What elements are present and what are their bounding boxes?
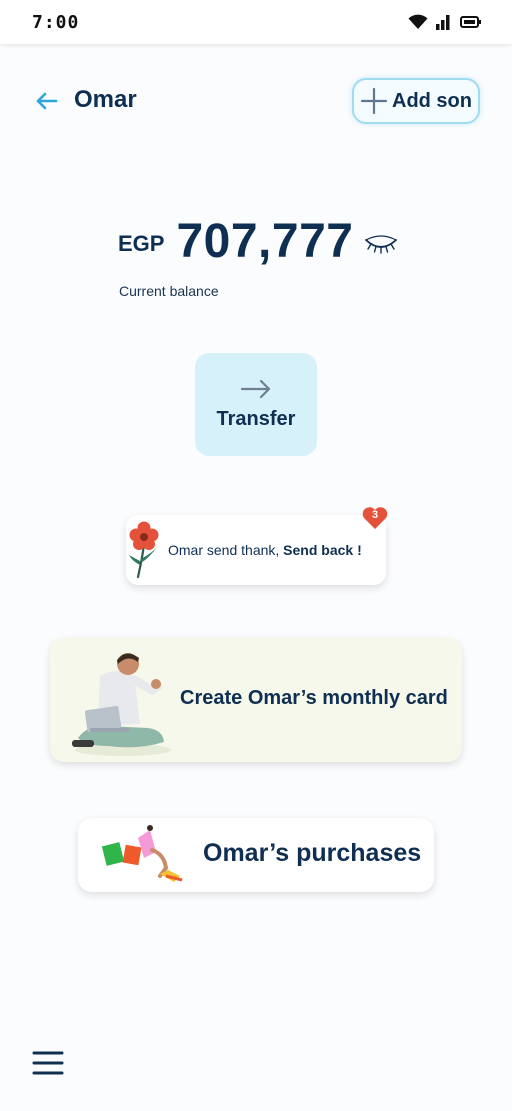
send-back-link[interactable]: Send back ! (283, 542, 362, 558)
thanks-badge-count: 3 (371, 509, 379, 521)
thanks-card[interactable]: 3 Omar send thank, Send back ! (126, 507, 388, 585)
status-bar: 7:00 (0, 0, 512, 44)
status-icons (408, 14, 482, 30)
eye-closed-icon[interactable] (363, 230, 399, 260)
page-title: Omar (74, 86, 137, 113)
signal-icon (436, 15, 450, 30)
monthly-card-label: Create Omar’s monthly card (180, 687, 448, 709)
monthly-card-button[interactable]: Create Omar’s monthly card (50, 638, 462, 762)
thanks-text: Omar send thank, (168, 542, 284, 558)
header: Omar Add son (0, 76, 512, 126)
arrow-right-icon (240, 379, 271, 399)
transfer-label: Transfer (216, 408, 296, 430)
thanks-badge: 3 (362, 506, 388, 530)
plus-icon (360, 87, 388, 115)
thanks-message: Omar send thank, Send back ! (168, 542, 362, 558)
arrow-left-icon[interactable] (32, 86, 62, 116)
shopping-bags-illustration (101, 825, 183, 882)
balance-row: EGP 707,777 (118, 214, 399, 270)
wifi-icon (408, 14, 428, 29)
add-son-label: Add son (392, 89, 472, 112)
person-laptop-illustration (72, 653, 171, 756)
hamburger-menu-icon[interactable] (32, 1050, 64, 1076)
transfer-button[interactable]: Transfer (195, 353, 317, 456)
purchases-label: Omar’s purchases (203, 839, 422, 867)
add-son-button[interactable]: Add son (352, 78, 480, 124)
purchases-button[interactable]: Omar’s purchases (78, 818, 434, 892)
status-time: 7:00 (32, 11, 80, 33)
balance-amount: 707,777 (176, 215, 354, 268)
balance-caption: Current balance (119, 283, 219, 299)
balance-currency: EGP (118, 231, 165, 256)
battery-icon (460, 16, 481, 28)
flower-icon (129, 521, 159, 579)
